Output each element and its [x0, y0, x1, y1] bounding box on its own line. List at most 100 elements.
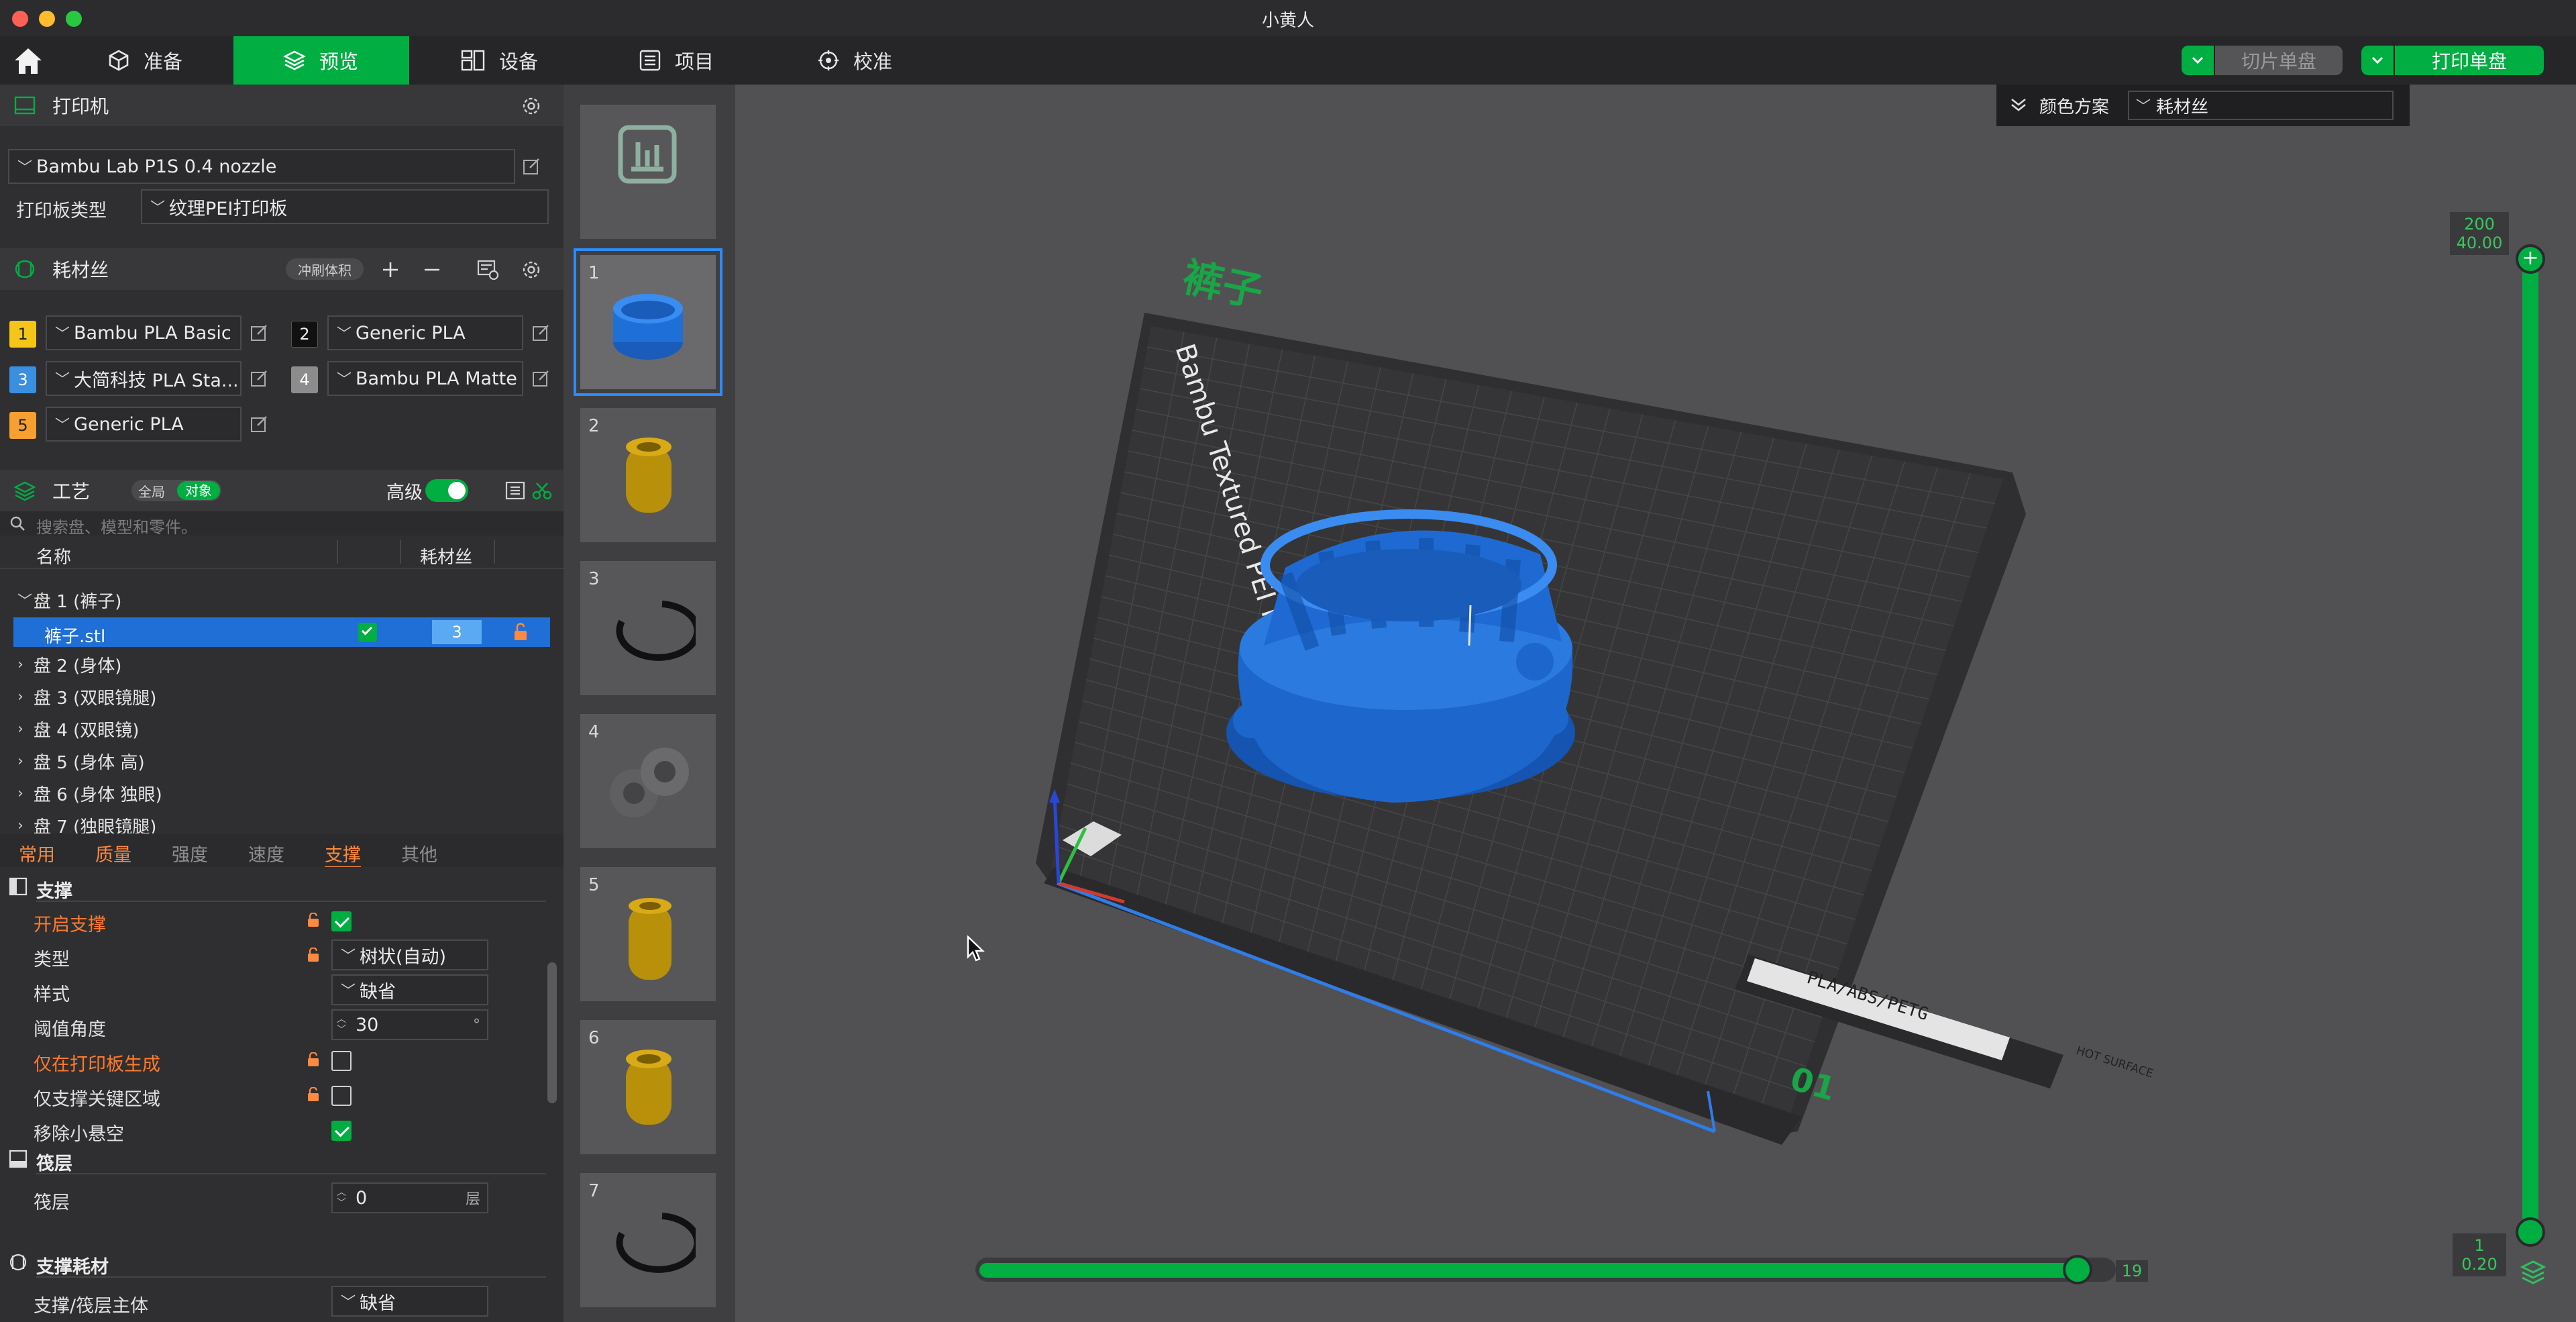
- plate-thumbnail-1[interactable]: 1: [574, 248, 722, 396]
- on-build-plate-only-checkbox[interactable]: [331, 1051, 352, 1071]
- chevron-right-icon[interactable]: ›: [17, 785, 23, 802]
- remove-small-overhang-checkbox[interactable]: [331, 1121, 352, 1141]
- column-filament-header[interactable]: 耗材丝: [420, 544, 472, 568]
- tree-row-plate-5[interactable]: › 盘 5 (身体 高): [0, 745, 564, 777]
- global-option[interactable]: 全局: [138, 481, 165, 501]
- chevron-right-icon[interactable]: ›: [17, 656, 23, 673]
- lock-open-icon[interactable]: [307, 1052, 319, 1067]
- slice-plate-button[interactable]: 切片单盘: [2182, 46, 2343, 75]
- lock-open-icon[interactable]: [513, 623, 529, 642]
- lock-open-icon[interactable]: [307, 1087, 319, 1102]
- plate-thumbnail-6[interactable]: 6: [580, 1020, 716, 1154]
- threshold-angle-input[interactable]: ︿ ﹀ 30 °: [331, 1009, 488, 1040]
- filament-3-select[interactable]: ﹀ 大简科技 PLA Sta...: [46, 361, 241, 396]
- tree-row-plate-1[interactable]: ﹀ 盘 1 (裤子): [0, 584, 564, 616]
- chevron-right-icon[interactable]: ›: [17, 817, 23, 834]
- chevron-right-icon[interactable]: ›: [17, 721, 23, 738]
- edit-filament-3-icon[interactable]: [250, 369, 268, 388]
- raft-layers-input[interactable]: ︿ ﹀ 0 层: [331, 1182, 488, 1213]
- filament-1-select[interactable]: ﹀ Bambu PLA Basic: [46, 315, 241, 350]
- spin-arrows-icon[interactable]: ︿ ﹀: [333, 1014, 350, 1035]
- filament-2-select[interactable]: ﹀ Generic PLA: [327, 315, 523, 350]
- tree-row-plate-3[interactable]: › 盘 3 (双眼镜腿): [0, 680, 564, 713]
- home-button[interactable]: [12, 46, 44, 75]
- remove-filament-icon[interactable]: [423, 260, 441, 279]
- slice-dropdown-toggle[interactable]: [2182, 46, 2215, 75]
- plate-thumbnail-2[interactable]: 2: [580, 408, 716, 542]
- flush-volume-button[interactable]: 冲刷体积: [286, 258, 364, 280]
- collapse-icon[interactable]: [2010, 97, 2027, 113]
- lock-open-icon[interactable]: [307, 913, 319, 927]
- plate-thumbnail-7[interactable]: 7: [580, 1173, 716, 1307]
- layer-top-handle[interactable]: +: [2516, 244, 2545, 274]
- chevron-down-icon[interactable]: ﹀: [17, 589, 32, 611]
- chevron-down-icon: ﹀: [150, 200, 166, 217]
- home-icon: [15, 48, 42, 74]
- tab-calibration[interactable]: 校准: [817, 36, 951, 85]
- edit-printer-icon[interactable]: [522, 157, 541, 176]
- plate-thumbnail-5[interactable]: 5: [580, 867, 716, 1001]
- move-slider-track[interactable]: [979, 1263, 2078, 1278]
- cut-tool-icon[interactable]: [531, 480, 553, 501]
- support-style-select[interactable]: ﹀ 缺省: [331, 974, 488, 1005]
- chevron-right-icon[interactable]: ›: [17, 753, 23, 770]
- tab-others[interactable]: 其他: [401, 840, 437, 866]
- support-type-select[interactable]: ﹀ 树状(自动): [331, 939, 488, 970]
- filament-4-color-swatch[interactable]: 4: [291, 366, 318, 393]
- tab-support[interactable]: 支撑: [325, 840, 361, 868]
- tab-prepare[interactable]: 准备: [101, 36, 235, 85]
- edit-filament-1-icon[interactable]: [250, 323, 268, 342]
- filament-1-color-swatch[interactable]: 1: [9, 321, 36, 348]
- filament-sync-icon[interactable]: [476, 259, 499, 281]
- tab-device[interactable]: 设备: [460, 36, 594, 85]
- plate-thumbnail-3[interactable]: 3: [580, 561, 716, 695]
- object-option[interactable]: 对象: [177, 481, 220, 500]
- filament-4-select[interactable]: ﹀ Bambu PLA Matte: [327, 361, 523, 396]
- print-dropdown-toggle[interactable]: [2361, 46, 2395, 75]
- tab-speed[interactable]: 速度: [248, 840, 284, 866]
- tab-preview[interactable]: 预览: [233, 36, 409, 85]
- support-base-filament-select[interactable]: ﹀ 缺省: [331, 1286, 488, 1317]
- filament-settings-icon[interactable]: [521, 259, 542, 281]
- global-object-switch[interactable]: 全局 对象: [131, 480, 221, 501]
- 3d-viewport[interactable]: PLA/ABS/PETG HOT SURFACE Bambu Textured …: [735, 85, 2576, 1322]
- chevron-right-icon[interactable]: ›: [17, 689, 23, 705]
- tree-row-plate-6[interactable]: › 盘 6 (身体 独眼): [0, 777, 564, 809]
- lock-open-icon[interactable]: [307, 948, 319, 962]
- plate-thumbnail-4[interactable]: 4: [580, 714, 716, 848]
- layer-bottom-handle[interactable]: [2516, 1217, 2545, 1247]
- plate-type-select[interactable]: ﹀ 纹理PEI打印板: [141, 189, 549, 224]
- printer-settings-icon[interactable]: [521, 95, 542, 117]
- layers-view-icon[interactable]: [2520, 1259, 2546, 1286]
- tree-row-plate-2[interactable]: › 盘 2 (身体): [0, 648, 564, 680]
- column-name-header[interactable]: 名称: [36, 544, 71, 568]
- settings-scrollbar[interactable]: [547, 962, 557, 1103]
- enable-support-checkbox[interactable]: [331, 911, 352, 931]
- filament-2-color-swatch[interactable]: 2: [291, 321, 318, 348]
- spin-arrows-icon[interactable]: ︿ ﹀: [333, 1187, 350, 1209]
- tree-row-pants-stl[interactable]: 裤子.stl 3: [13, 617, 550, 647]
- edit-filament-2-icon[interactable]: [531, 323, 550, 342]
- plate-thumbnail-placeholder[interactable]: [580, 105, 716, 239]
- tab-quality[interactable]: 质量: [95, 840, 131, 866]
- tree-search-bar[interactable]: 搜索盘、模型和零件。: [0, 511, 564, 537]
- critical-regions-only-checkbox[interactable]: [331, 1086, 352, 1106]
- tree-row-plate-4[interactable]: › 盘 4 (双眼镜): [0, 713, 564, 745]
- filament-3-color-swatch[interactable]: 3: [9, 366, 36, 393]
- object-visible-checkbox[interactable]: [358, 623, 377, 642]
- tab-common[interactable]: 常用: [19, 840, 55, 866]
- list-view-icon[interactable]: [504, 480, 526, 501]
- object-filament-badge[interactable]: 3: [432, 620, 482, 644]
- print-plate-button[interactable]: 打印单盘: [2361, 46, 2544, 75]
- edit-filament-4-icon[interactable]: [531, 369, 550, 388]
- printer-select[interactable]: ﹀ Bambu Lab P1S 0.4 nozzle: [8, 149, 515, 184]
- add-filament-icon[interactable]: [381, 260, 400, 279]
- tab-project[interactable]: 项目: [639, 36, 773, 85]
- tab-strength[interactable]: 强度: [172, 840, 208, 866]
- filament-5-color-swatch[interactable]: 5: [9, 412, 36, 439]
- edit-filament-5-icon[interactable]: [250, 415, 268, 434]
- advanced-toggle[interactable]: [425, 479, 468, 502]
- layer-range-track[interactable]: [2522, 256, 2538, 1236]
- color-scheme-select[interactable]: ﹀ 耗材丝: [2128, 91, 2394, 120]
- filament-5-select[interactable]: ﹀ Generic PLA: [46, 407, 241, 442]
